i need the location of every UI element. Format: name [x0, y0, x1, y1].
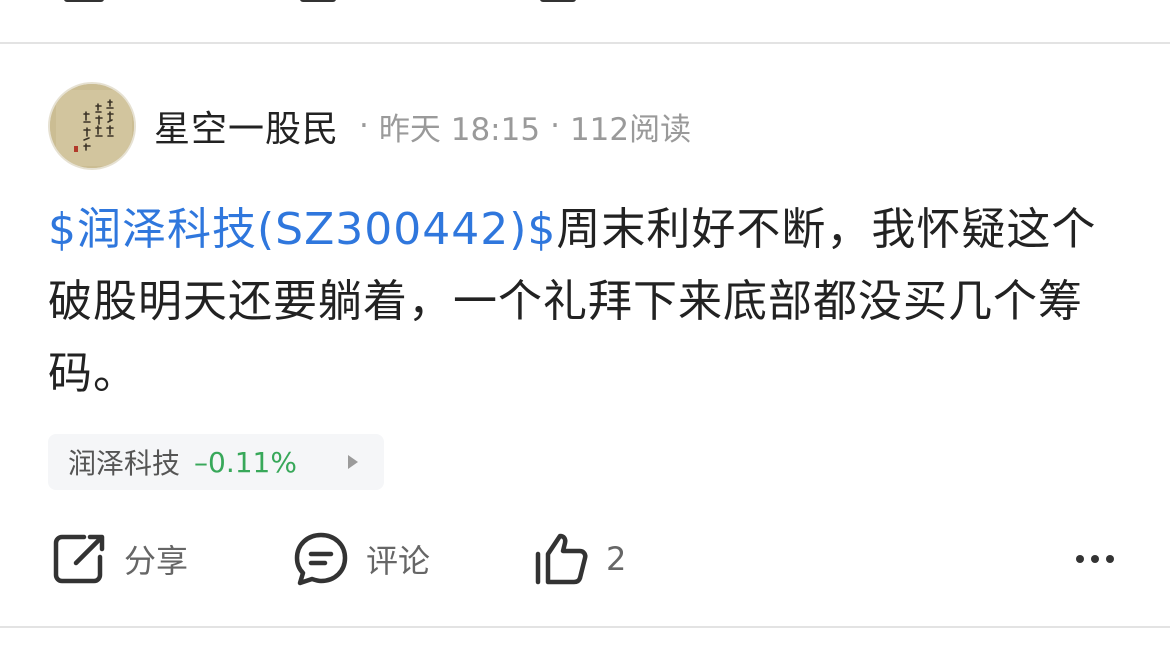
- previous-post-edge: [0, 0, 1170, 42]
- stock-chip-name: 润泽科技: [68, 447, 181, 480]
- comment-button[interactable]: 评论: [292, 526, 430, 592]
- more-icon: [1076, 555, 1084, 563]
- share-icon: [52, 531, 108, 587]
- share-button[interactable]: 分享: [52, 526, 188, 592]
- meta-separator: ·: [359, 108, 369, 144]
- more-icon: [1106, 555, 1114, 563]
- like-button[interactable]: 2: [532, 526, 626, 592]
- stock-chip-change: –0.11%: [194, 445, 297, 479]
- post-card: 星空一股民 · 昨天 18:15 · 112阅读 $润泽科技(SZ300442)…: [0, 44, 1170, 626]
- cut-off-icon: [540, 0, 576, 2]
- post-meta: · 昨天 18:15 · 112阅读: [349, 104, 691, 149]
- avatar[interactable]: [48, 82, 136, 170]
- more-icon: [1091, 555, 1099, 563]
- comment-icon: [292, 530, 350, 588]
- post-time: 昨天 18:15: [378, 111, 541, 148]
- bottom-divider: [0, 626, 1170, 628]
- more-button[interactable]: [1069, 526, 1114, 592]
- play-arrow-icon: [348, 455, 358, 469]
- cut-off-icon: [64, 0, 104, 2]
- author-name[interactable]: 星空一股民: [154, 100, 339, 152]
- stock-chip[interactable]: 润泽科技 –0.11%: [48, 434, 384, 490]
- meta-separator: ·: [550, 108, 560, 144]
- post-header: 星空一股民 · 昨天 18:15 · 112阅读: [48, 80, 691, 172]
- like-count: 2: [606, 540, 627, 578]
- thumbs-up-icon: [532, 530, 590, 588]
- stock-mention-link[interactable]: $润泽科技(SZ300442)$: [48, 204, 556, 255]
- post-body: $润泽科技(SZ300442)$周末利好不断，我怀疑这个破股明天还要躺着，一个礼…: [48, 194, 1128, 410]
- share-label: 分享: [124, 542, 189, 580]
- action-bar: 分享 评论 2: [0, 526, 1170, 592]
- cut-off-icon: [300, 0, 336, 2]
- read-count: 112阅读: [569, 111, 692, 148]
- comment-label: 评论: [366, 542, 431, 580]
